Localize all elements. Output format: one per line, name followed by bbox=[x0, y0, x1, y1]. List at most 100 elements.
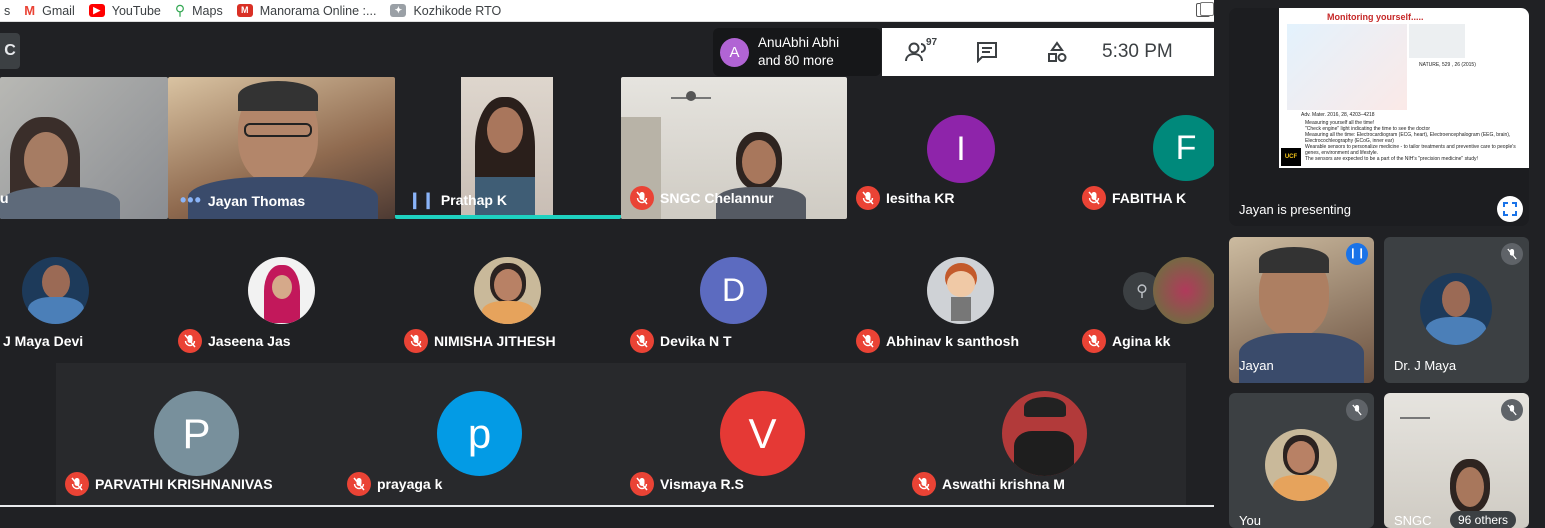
avatar bbox=[474, 257, 541, 324]
manorama-icon: M bbox=[236, 4, 253, 17]
chat-button[interactable] bbox=[952, 28, 1022, 76]
avatar bbox=[22, 257, 89, 324]
clock-time: 5:30 PM bbox=[1102, 41, 1173, 62]
raised-hand-name: AnuAbhi Abhi bbox=[758, 35, 840, 50]
bookmark-manorama[interactable]: M Manorama Online :... bbox=[236, 3, 377, 18]
others-pill[interactable]: 96 others bbox=[1450, 511, 1517, 528]
avatar: V bbox=[720, 391, 805, 476]
avatar bbox=[1153, 257, 1218, 324]
youtube-icon: ▶ bbox=[88, 4, 105, 17]
raised-hand-more: and 80 more bbox=[758, 53, 834, 68]
participant-name: Agina kk bbox=[1082, 329, 1170, 353]
mic-off-icon bbox=[1082, 186, 1106, 210]
slide-figure bbox=[1409, 24, 1465, 58]
participant-count: 97 bbox=[926, 37, 938, 48]
mic-off-icon bbox=[630, 472, 654, 496]
participant-name: You bbox=[1239, 513, 1261, 528]
mic-off-icon bbox=[630, 186, 654, 210]
maps-icon: ⚲ bbox=[174, 2, 186, 18]
gmail-icon: M bbox=[24, 3, 36, 18]
avatar: A bbox=[720, 37, 749, 67]
mic-off-icon bbox=[65, 472, 89, 496]
mic-off-icon bbox=[1082, 329, 1106, 353]
bookmark-youtube[interactable]: ▶ YouTube bbox=[88, 3, 161, 18]
participant-name: SNGC Chelannur bbox=[630, 186, 774, 210]
fullscreen-icon bbox=[1503, 202, 1517, 216]
audio-level-icon: ❙❙ bbox=[408, 192, 435, 209]
mic-off-icon bbox=[1346, 399, 1368, 421]
bookmark-label: Gmail bbox=[42, 3, 75, 18]
connecting-dots-icon: ••• bbox=[180, 190, 202, 210]
bookmark-label: Kozhikode RTO bbox=[413, 3, 502, 18]
presenting-label: Jayan is presenting bbox=[1239, 202, 1352, 217]
avatar bbox=[1265, 429, 1337, 501]
participant-name: Jayan bbox=[1239, 358, 1274, 373]
meeting-controls: 97 5:30 PM bbox=[882, 28, 1214, 76]
participant-name: PARVATHI KRISHNANIVAS bbox=[65, 472, 273, 496]
mic-off-icon bbox=[178, 329, 202, 353]
participant-name: Jaseena Jas bbox=[178, 329, 291, 353]
participant-name: Abhinav k santhosh bbox=[856, 329, 1019, 353]
bookmark-label: YouTube bbox=[111, 3, 161, 18]
avatar bbox=[927, 257, 994, 324]
presentation-tile[interactable]: Monitoring yourself..... NATURE, 529 , 2… bbox=[1229, 8, 1529, 226]
mic-off-icon bbox=[912, 472, 936, 496]
participant-name: NIMISHA JITHESH bbox=[404, 329, 556, 353]
bookmark-gmail[interactable]: M Gmail bbox=[24, 3, 75, 18]
avatar bbox=[1002, 391, 1087, 476]
bookmark-label: Maps bbox=[192, 3, 223, 18]
bookmark-label: s bbox=[4, 3, 11, 18]
participant-name: SNGC bbox=[1394, 513, 1432, 528]
bookmark-maps[interactable]: ⚲ Maps bbox=[175, 2, 223, 19]
slide-logo: UCF bbox=[1281, 148, 1301, 166]
side-tile-dr-maya[interactable]: Dr. J Maya bbox=[1384, 237, 1529, 383]
bookmark-rto[interactable]: ✦ Kozhikode RTO bbox=[390, 4, 501, 18]
slide-figure bbox=[1287, 24, 1407, 110]
avatar: I bbox=[927, 115, 995, 183]
video-tile[interactable] bbox=[0, 77, 168, 219]
participant-name: Devika N T bbox=[630, 329, 732, 353]
meeting-code-badge[interactable]: C bbox=[0, 33, 20, 69]
side-tile-you[interactable]: You bbox=[1229, 393, 1374, 528]
participant-name: prayaga k bbox=[347, 472, 442, 496]
activities-button[interactable] bbox=[1022, 28, 1092, 76]
rto-icon: ✦ bbox=[390, 4, 407, 17]
mic-off-icon bbox=[404, 329, 428, 353]
mic-off-icon bbox=[1501, 243, 1523, 265]
participant-name: u bbox=[0, 190, 9, 206]
avatar: F bbox=[1153, 115, 1219, 181]
slide-bullet: Measuring all the time: Electrocardiogra… bbox=[1305, 132, 1511, 144]
raised-hands-notification[interactable]: A AnuAbhi Abhi and 80 more bbox=[713, 28, 881, 76]
bookmark-label: Manorama Online :... bbox=[259, 3, 377, 18]
fullscreen-button[interactable] bbox=[1497, 196, 1523, 222]
reading-list-side-icon[interactable] bbox=[1200, 2, 1214, 16]
participant-name: J Maya Devi bbox=[3, 333, 84, 349]
participant-name: ••• Jayan Thomas bbox=[180, 190, 306, 210]
participant-name: ❙❙ Prathap K bbox=[408, 192, 507, 209]
bookmark-partial[interactable]: s bbox=[4, 4, 10, 18]
participant-name: Dr. J Maya bbox=[1394, 358, 1457, 373]
avatar bbox=[248, 257, 315, 324]
slide-title: Monitoring yourself..... bbox=[1327, 12, 1424, 22]
speaking-icon: ❙❙ bbox=[1346, 243, 1368, 265]
grid-divider bbox=[0, 505, 1214, 507]
mic-off-icon bbox=[347, 472, 371, 496]
avatar: D bbox=[700, 257, 767, 324]
mic-off-icon bbox=[630, 329, 654, 353]
participant-name: Aswathi krishna M bbox=[912, 472, 1065, 496]
side-tile-jayan[interactable]: ❙❙ Jayan bbox=[1229, 237, 1374, 383]
chat-icon bbox=[977, 42, 997, 63]
avatar: p bbox=[437, 391, 522, 476]
people-button[interactable]: 97 bbox=[882, 28, 952, 76]
side-tile-sngc[interactable]: SNGC 96 others bbox=[1384, 393, 1529, 528]
slide-bullet: Wearable sensors to personalize medicine… bbox=[1305, 144, 1516, 156]
slide-ref: NATURE, 529 , 26 (2015) bbox=[1419, 62, 1476, 68]
avatar: P bbox=[154, 391, 239, 476]
bookmarks-bar: s M Gmail ▶ YouTube ⚲ Maps M Manorama On… bbox=[0, 0, 1214, 22]
slide-canvas: Monitoring yourself..... NATURE, 529 , 2… bbox=[1279, 8, 1529, 168]
mic-off-icon bbox=[1501, 399, 1523, 421]
mic-off-icon bbox=[856, 329, 880, 353]
activities-icon bbox=[1048, 41, 1067, 62]
participant-name: Vismaya R.S bbox=[630, 472, 744, 496]
participant-name: Iesitha KR bbox=[856, 186, 954, 210]
